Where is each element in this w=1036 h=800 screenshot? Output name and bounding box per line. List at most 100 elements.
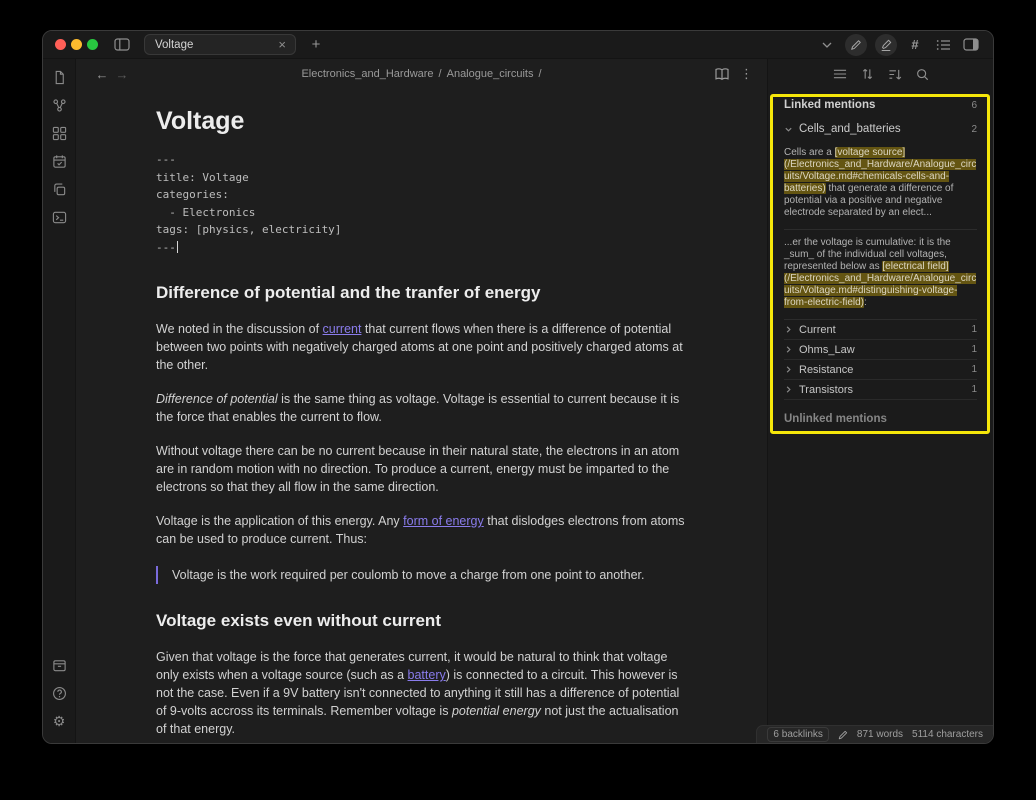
breadcrumb-folder[interactable]: Electronics_and_Hardware <box>301 68 433 80</box>
paragraph: Difference of potential is the same thin… <box>156 390 686 426</box>
status-word-count: 871 words <box>857 729 903 740</box>
graph-view-icon[interactable] <box>49 95 69 115</box>
chevron-right-icon <box>784 365 793 374</box>
view-header: ← → Electronics_and_Hardware / Analogue_… <box>76 59 767 89</box>
backlink-excerpt[interactable]: ...er the voltage is cumulative: it is t… <box>784 230 977 320</box>
mention-group-ohms-law[interactable]: Ohms_Law 1 <box>784 340 977 360</box>
linked-mentions-title: Linked mentions <box>784 99 875 111</box>
paragraph: We noted in the discussion of current th… <box>156 320 686 374</box>
settings-icon[interactable]: ⚙ <box>49 711 69 731</box>
status-bar: 6 backlinks 871 words 5114 characters <box>756 725 993 743</box>
chevron-right-icon <box>784 325 793 334</box>
internal-link-form-of-energy[interactable]: form of energy <box>403 514 484 528</box>
mention-group-transistors[interactable]: Transistors 1 <box>784 380 977 400</box>
search-icon[interactable] <box>916 68 929 81</box>
sort-order-icon[interactable] <box>888 68 902 81</box>
frontmatter-line: - Electronics <box>156 204 686 222</box>
nav-forward-button[interactable]: → <box>112 67 132 82</box>
paragraph: Without voltage there can be no current … <box>156 442 686 496</box>
frontmatter-block: --- title: Voltage categories: - Electro… <box>156 151 686 256</box>
desktop: Voltage × + # <box>0 0 1036 800</box>
new-tab-button[interactable]: + <box>306 35 326 55</box>
switcher-icon[interactable] <box>49 67 69 87</box>
mention-group-current[interactable]: Current 1 <box>784 320 977 340</box>
mention-group-count: 1 <box>971 364 977 375</box>
frontmatter-line: title: Voltage <box>156 169 686 187</box>
unlinked-mentions-header[interactable]: Unlinked mentions <box>784 400 977 438</box>
mention-group-count: 1 <box>971 384 977 395</box>
note-title: Voltage <box>156 105 686 137</box>
text-cursor <box>177 241 179 253</box>
pencil-icon <box>838 730 848 740</box>
zoom-window-button[interactable] <box>87 39 98 50</box>
mention-group-count: 1 <box>971 324 977 335</box>
frontmatter-line: --- <box>156 239 686 257</box>
close-window-button[interactable] <box>55 39 66 50</box>
titlebar: Voltage × + # <box>43 31 993 59</box>
chevron-right-icon <box>784 345 793 354</box>
minimize-window-button[interactable] <box>71 39 82 50</box>
reading-mode-icon[interactable] <box>714 67 730 81</box>
tab-title: Voltage <box>155 39 276 51</box>
more-options-icon[interactable]: ⋮ <box>740 66 753 82</box>
status-character-count: 5114 characters <box>912 729 983 740</box>
linked-mentions-panel: Linked mentions 6 Cells_and_batteries 2 … <box>768 89 993 743</box>
sidebar-left-toggle-icon[interactable] <box>112 35 132 55</box>
section-heading: Voltage exists even without current <box>156 610 686 632</box>
breadcrumb: Electronics_and_Hardware / Analogue_circ… <box>76 68 767 80</box>
breadcrumb-separator: / <box>439 68 442 80</box>
daily-note-icon[interactable] <box>49 151 69 171</box>
mention-group-name: Ohms_Law <box>799 344 855 356</box>
canvas-icon[interactable] <box>49 123 69 143</box>
traffic-lights <box>55 39 98 50</box>
nav-back-button[interactable]: ← <box>92 67 112 82</box>
markdown-editor[interactable]: Voltage --- title: Voltage categories: -… <box>76 89 767 743</box>
mention-group-name: Resistance <box>799 364 853 376</box>
mention-group-resistance[interactable]: Resistance 1 <box>784 360 977 380</box>
bullet-list-icon[interactable] <box>933 35 953 55</box>
mention-group-name: Transistors <box>799 384 853 396</box>
frontmatter-line: --- <box>156 151 686 169</box>
app-window: Voltage × + # <box>42 30 994 744</box>
terminal-icon[interactable] <box>49 207 69 227</box>
paragraph: Voltage is the application of this energ… <box>156 512 686 548</box>
chevron-right-icon <box>784 385 793 394</box>
mention-group-name: Current <box>799 324 836 336</box>
breadcrumb-separator: / <box>538 68 541 80</box>
vault-icon[interactable] <box>49 655 69 675</box>
backlinks-toolbar <box>768 59 993 89</box>
internal-link-battery[interactable]: battery <box>408 668 446 682</box>
frontmatter-line: categories: <box>156 186 686 204</box>
expand-collapse-icon[interactable] <box>861 67 874 81</box>
blockquote: Voltage is the work required per coulomb… <box>156 566 686 584</box>
mention-group-count: 1 <box>971 344 977 355</box>
templates-icon[interactable] <box>49 179 69 199</box>
backlinks-pane: Linked mentions 6 Cells_and_batteries 2 … <box>767 59 993 743</box>
paragraph: Given that voltage is the force that gen… <box>156 648 686 738</box>
chevron-down-icon <box>784 125 793 134</box>
backlink-excerpt[interactable]: Cells are a [voltage source](/Electronic… <box>784 140 977 230</box>
emphasis-text: potential energy <box>452 704 541 718</box>
help-icon[interactable] <box>49 683 69 703</box>
mention-group-count: 2 <box>971 124 977 135</box>
mention-group-header[interactable]: Cells_and_batteries 2 <box>784 118 977 140</box>
titlebar-right-controls: # <box>809 34 981 56</box>
section-heading: Difference of potential and the tranfer … <box>156 282 686 304</box>
status-backlinks[interactable]: 6 backlinks <box>767 727 828 742</box>
tab-close-icon[interactable]: × <box>276 38 288 51</box>
emphasis-text: Difference of potential <box>156 392 278 406</box>
linked-mentions-count: 6 <box>971 100 977 111</box>
mention-group-name: Cells_and_batteries <box>799 123 901 135</box>
tab-voltage[interactable]: Voltage × <box>144 34 296 55</box>
breadcrumb-folder[interactable]: Analogue_circuits <box>447 68 534 80</box>
highlighter-icon[interactable] <box>875 34 897 56</box>
frontmatter-line: tags: [physics, electricity] <box>156 221 686 239</box>
editor-pane: ← → Electronics_and_Hardware / Analogue_… <box>76 59 767 743</box>
tab-list-chevron-icon[interactable] <box>817 35 837 55</box>
linked-mentions-header[interactable]: Linked mentions 6 <box>784 89 977 118</box>
hash-icon[interactable]: # <box>905 35 925 55</box>
backlinks-list-icon[interactable] <box>833 68 847 80</box>
internal-link-current[interactable]: current <box>323 322 362 336</box>
sidebar-right-toggle-icon[interactable] <box>961 35 981 55</box>
pen-icon[interactable] <box>845 34 867 56</box>
